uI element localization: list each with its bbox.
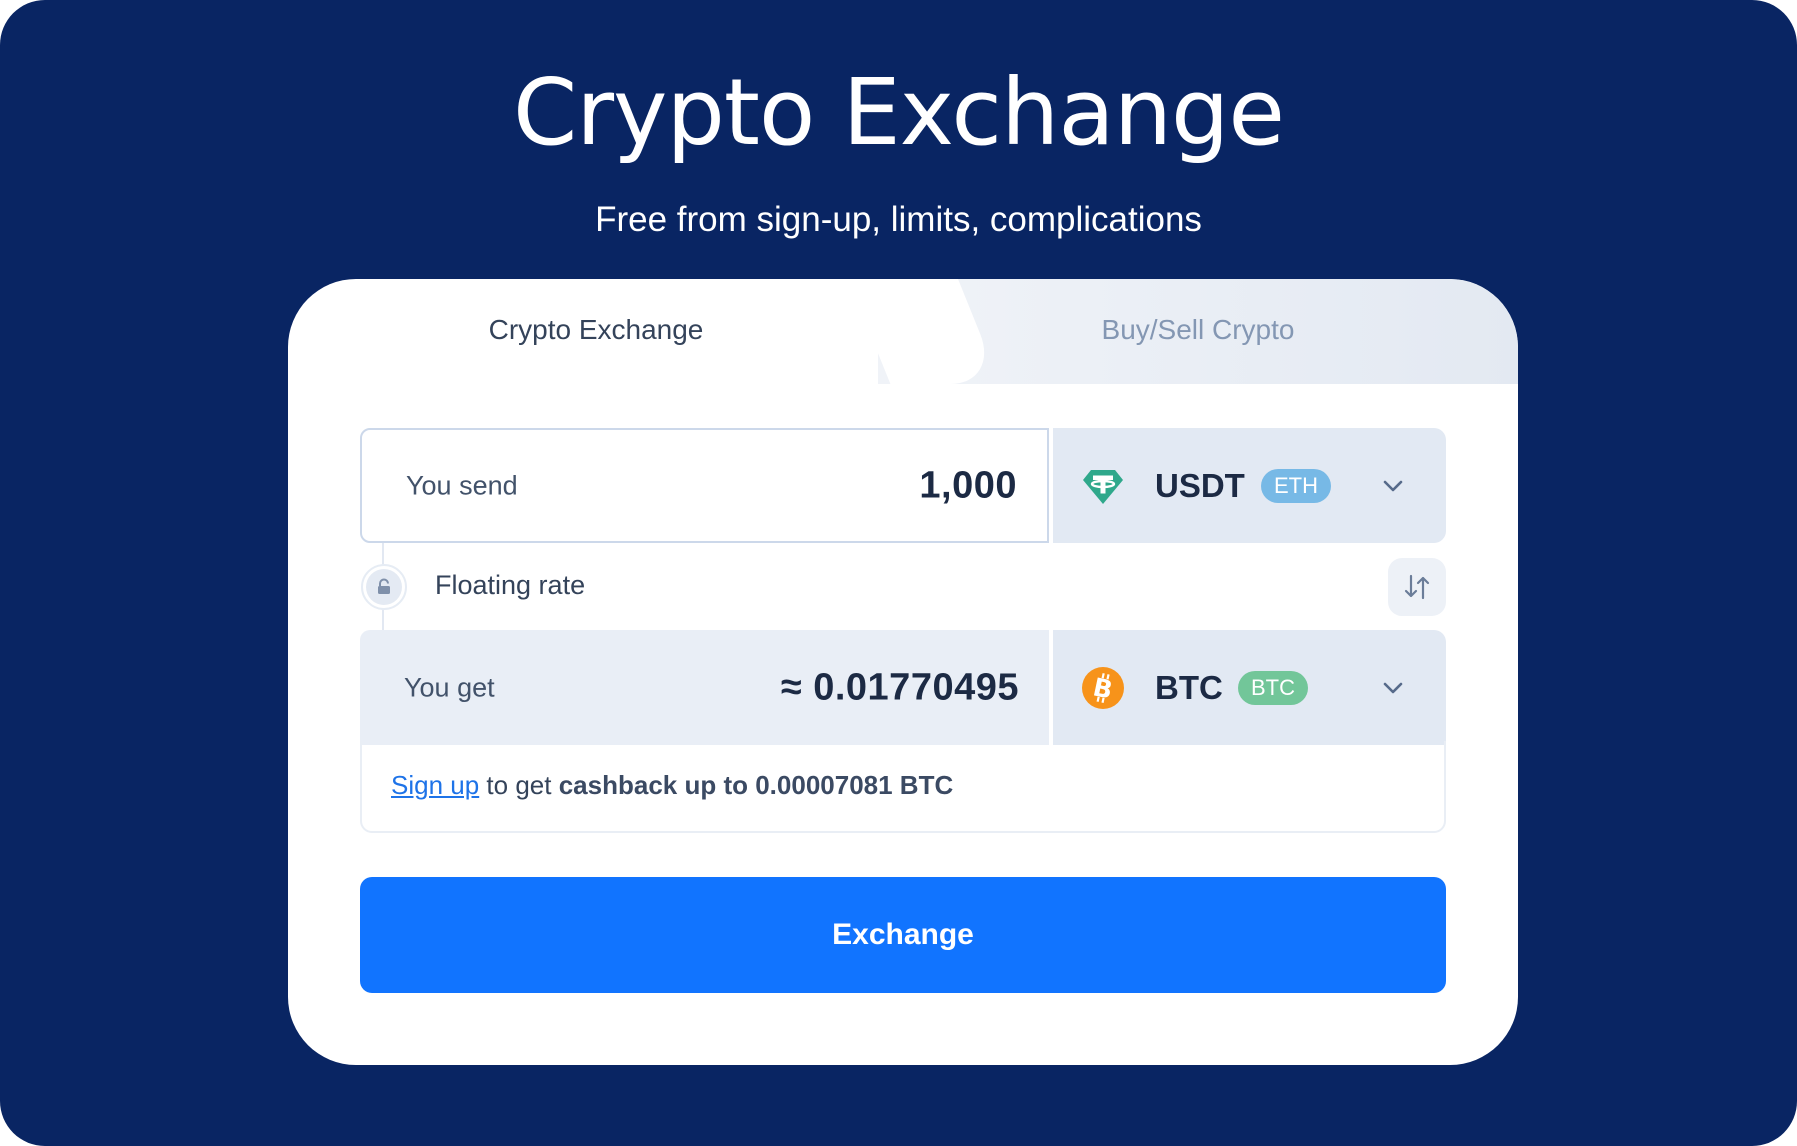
get-amount-field: You get ≈ 0.01770495 [360, 630, 1049, 745]
swap-icon [1404, 574, 1430, 600]
get-amount-value: ≈ 0.01770495 [780, 666, 1019, 708]
exchange-card: Crypto Exchange Buy/Sell Crypto You send… [288, 279, 1518, 1065]
sign-up-link[interactable]: Sign up [391, 770, 479, 800]
get-network-badge: BTC [1238, 670, 1308, 705]
swap-currencies-button[interactable] [1388, 558, 1446, 616]
chevron-down-icon [1383, 480, 1403, 491]
cashback-text: Sign up to get cashback up to 0.00007081… [391, 770, 953, 801]
cashback-amount: cashback up to 0.00007081 BTC [558, 770, 954, 800]
send-currency-ticker: USDT [1155, 466, 1245, 504]
send-currency-select[interactable]: USDT ETH [1053, 428, 1446, 543]
tether-icon [1083, 469, 1123, 504]
page-title: Crypto Exchange [512, 59, 1285, 166]
get-currency-select[interactable]: B BTC BTC [1053, 630, 1446, 745]
send-label: You send [406, 470, 518, 500]
cashback-note: Sign up to get cashback up to 0.00007081… [360, 741, 1446, 833]
get-label: You get [404, 672, 495, 702]
send-network-badge: ETH [1261, 468, 1331, 503]
lock-icon [366, 569, 402, 605]
exchange-button[interactable]: Exchange [360, 877, 1446, 993]
chevron-down-icon [1383, 682, 1403, 693]
bitcoin-icon: B [1082, 666, 1124, 709]
page-subtitle: Free from sign-up, limits, complications [595, 200, 1202, 239]
page-frame: Crypto Exchange Free from sign-up, limit… [0, 0, 1797, 1146]
send-amount-input[interactable]: 1,000 [919, 464, 1017, 507]
send-amount-field[interactable]: You send 1,000 [360, 428, 1049, 543]
rate-lock-toggle[interactable] [361, 564, 407, 610]
tab-crypto-exchange[interactable]: Crypto Exchange [288, 313, 904, 347]
get-currency-ticker: BTC [1155, 668, 1223, 706]
rate-type-label[interactable]: Floating rate [435, 570, 585, 601]
cashback-middle: to get [486, 770, 552, 800]
tab-buy-sell-crypto[interactable]: Buy/Sell Crypto [918, 313, 1478, 347]
